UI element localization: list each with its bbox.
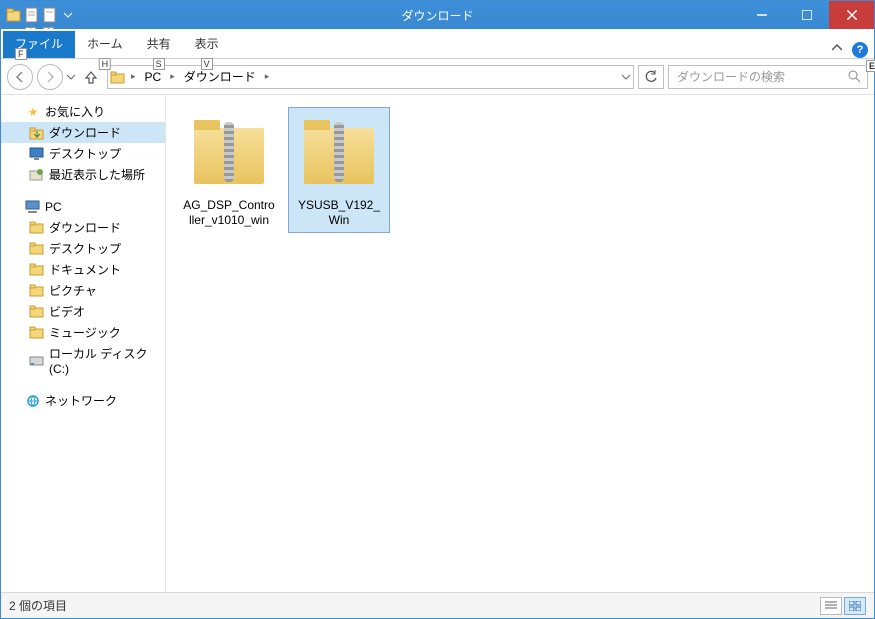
status-text: 2 個の項目 bbox=[9, 597, 67, 614]
navigation-pane: ★ お気に入り ダウンロード デスクトップ 最近表示した場所 bbox=[1, 95, 166, 592]
minimize-button[interactable] bbox=[739, 1, 784, 29]
sidebar-pc-desktop[interactable]: デスクトップ bbox=[1, 238, 165, 259]
sidebar-pc-downloads[interactable]: ダウンロード bbox=[1, 217, 165, 238]
monitor-icon bbox=[29, 146, 45, 162]
folder-icon bbox=[29, 241, 45, 257]
status-bar: 2 個の項目 bbox=[1, 592, 874, 618]
help-icon[interactable]: ? E bbox=[852, 42, 868, 58]
quick-access-toolbar: 1 2 bbox=[5, 4, 77, 26]
recent-icon bbox=[29, 167, 45, 183]
sidebar-favorites-label: お気に入り bbox=[45, 103, 105, 120]
help-key: E bbox=[866, 60, 875, 72]
sidebar-item-label: 最近表示した場所 bbox=[49, 166, 145, 183]
address-folder-icon bbox=[110, 69, 126, 85]
chevron-right-icon[interactable]: ▸ bbox=[167, 71, 178, 82]
file-label: YSUSB_V192_Win bbox=[293, 198, 385, 228]
sidebar-item-label: ダウンロード bbox=[49, 219, 121, 236]
title-bar: 1 2 ダウンロード bbox=[1, 1, 874, 29]
sidebar-item-label: デスクトップ bbox=[49, 240, 121, 257]
tab-view[interactable]: 表示 V bbox=[183, 31, 231, 58]
details-view-button[interactable] bbox=[820, 597, 842, 615]
folder-icon bbox=[29, 304, 45, 320]
recent-dropdown-icon[interactable] bbox=[67, 73, 75, 81]
sidebar-pc-pictures[interactable]: ピクチャ bbox=[1, 280, 165, 301]
folder-icon bbox=[29, 283, 45, 299]
sidebar-favorites[interactable]: ★ お気に入り bbox=[1, 101, 165, 122]
file-label: AG_DSP_Controller_v1010_win bbox=[183, 198, 275, 228]
star-icon: ★ bbox=[25, 104, 41, 120]
tab-home[interactable]: ホーム H bbox=[75, 31, 135, 58]
sidebar-item-label: ビデオ bbox=[49, 303, 85, 320]
pc-icon bbox=[25, 199, 41, 215]
file-item[interactable]: YSUSB_V192_Win bbox=[288, 107, 390, 233]
sidebar-item-label: ドキュメント bbox=[49, 261, 121, 278]
sidebar-network-label: ネットワーク bbox=[45, 392, 117, 409]
close-button[interactable] bbox=[829, 1, 874, 29]
search-input[interactable] bbox=[675, 69, 848, 85]
qat-properties-icon[interactable]: 1 bbox=[23, 4, 41, 26]
sidebar-item-label: デスクトップ bbox=[49, 145, 121, 162]
icons-view-button[interactable] bbox=[844, 597, 866, 615]
tab-share[interactable]: 共有 S bbox=[135, 31, 183, 58]
sidebar-downloads[interactable]: ダウンロード bbox=[1, 122, 165, 143]
navigation-bar: ▸ PC ▸ ダウンロード ▸ bbox=[1, 59, 874, 95]
chevron-right-icon[interactable]: ▸ bbox=[262, 71, 273, 82]
search-icon[interactable] bbox=[848, 70, 861, 83]
ribbon: ファイル F ホーム H 共有 S 表示 V ? E bbox=[1, 29, 874, 59]
download-folder-icon bbox=[29, 125, 45, 141]
sidebar-pc[interactable]: PC bbox=[1, 197, 165, 217]
address-dropdown-icon[interactable] bbox=[621, 72, 631, 82]
file-tab-key: F bbox=[15, 48, 27, 60]
disk-icon bbox=[29, 353, 45, 369]
sidebar-pc-label: PC bbox=[45, 200, 62, 214]
search-box[interactable] bbox=[668, 65, 868, 89]
sidebar-pc-localdisk[interactable]: ローカル ディスク (C:) bbox=[1, 343, 165, 378]
qat-dropdown-icon[interactable] bbox=[59, 4, 77, 26]
sidebar-network[interactable]: ネットワーク bbox=[1, 390, 165, 411]
sidebar-item-label: ダウンロード bbox=[49, 124, 121, 141]
tab-view-key: V bbox=[201, 58, 213, 70]
tab-share-key: S bbox=[153, 58, 165, 70]
file-list[interactable]: AG_DSP_Controller_v1010_win YSUSB_V192_W… bbox=[166, 95, 874, 592]
file-tab[interactable]: ファイル F bbox=[3, 31, 75, 58]
back-button[interactable] bbox=[7, 64, 33, 90]
folder-icon bbox=[29, 262, 45, 278]
chevron-right-icon[interactable]: ▸ bbox=[128, 71, 139, 82]
ribbon-collapse-icon[interactable] bbox=[832, 43, 846, 57]
sidebar-pc-videos[interactable]: ビデオ bbox=[1, 301, 165, 322]
qat-app-icon[interactable] bbox=[5, 4, 23, 26]
sidebar-desktop[interactable]: デスクトップ bbox=[1, 143, 165, 164]
zip-folder-icon bbox=[299, 112, 379, 192]
favorites-group: ★ お気に入り ダウンロード デスクトップ 最近表示した場所 bbox=[1, 101, 165, 185]
network-group: ネットワーク bbox=[1, 390, 165, 411]
qat-newfolder-icon[interactable]: 2 bbox=[41, 4, 59, 26]
folder-icon bbox=[29, 220, 45, 236]
network-icon bbox=[25, 393, 41, 409]
tab-home-key: H bbox=[99, 58, 112, 70]
tab-view-label: 表示 bbox=[195, 37, 219, 51]
zip-folder-icon bbox=[189, 112, 269, 192]
forward-button[interactable] bbox=[37, 64, 63, 90]
tab-home-label: ホーム bbox=[87, 37, 123, 51]
sidebar-item-label: ミュージック bbox=[49, 324, 121, 341]
maximize-button[interactable] bbox=[784, 1, 829, 29]
pc-group: PC ダウンロード デスクトップ ドキュメント ピクチャ ビデオ ミュージック … bbox=[1, 197, 165, 378]
sidebar-item-label: ピクチャ bbox=[49, 282, 97, 299]
sidebar-item-label: ローカル ディスク (C:) bbox=[49, 345, 161, 376]
tab-share-label: 共有 bbox=[147, 37, 171, 51]
file-item[interactable]: AG_DSP_Controller_v1010_win bbox=[178, 107, 280, 233]
address-bar[interactable]: ▸ PC ▸ ダウンロード ▸ bbox=[107, 65, 634, 89]
sidebar-pc-documents[interactable]: ドキュメント bbox=[1, 259, 165, 280]
folder-icon bbox=[29, 325, 45, 341]
refresh-button[interactable] bbox=[638, 65, 664, 89]
sidebar-recent[interactable]: 最近表示した場所 bbox=[1, 164, 165, 185]
breadcrumb-downloads[interactable]: ダウンロード bbox=[180, 66, 260, 88]
sidebar-pc-music[interactable]: ミュージック bbox=[1, 322, 165, 343]
